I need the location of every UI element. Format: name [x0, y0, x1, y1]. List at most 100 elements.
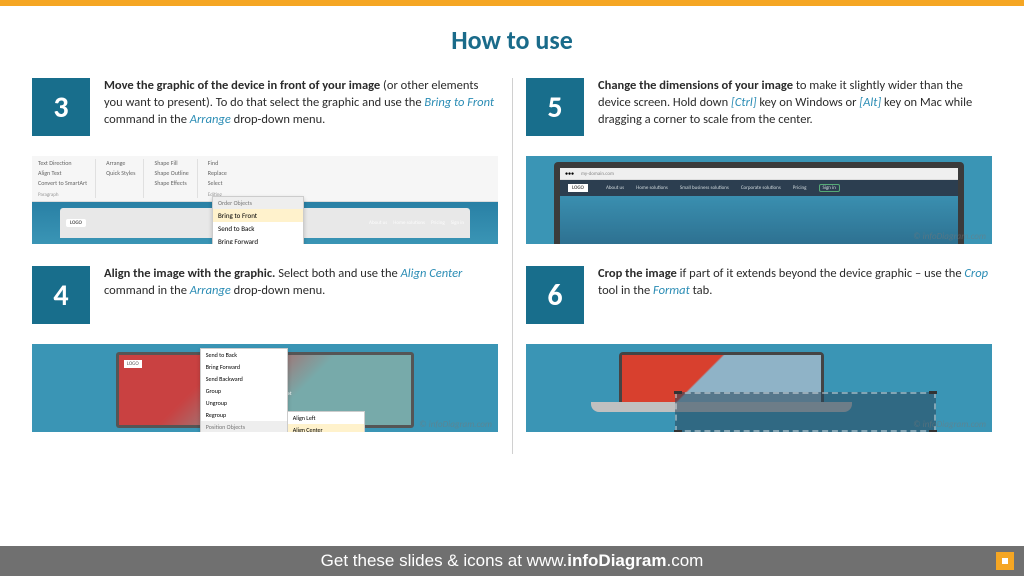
step-text: Align the image with the graphic. Select…: [104, 266, 498, 300]
nav-item: Pricing: [431, 220, 445, 226]
ribbon-item: Shape Effects: [154, 179, 188, 187]
step-6: 6 Crop the image if part of it extends b…: [526, 266, 992, 432]
step-header: 5 Change the dimensions of your image to…: [526, 78, 992, 150]
laptop-frame: ●●● my-domain.com LOGO About us Home sol…: [554, 162, 964, 244]
step-text-highlight: Arrange: [190, 283, 231, 298]
column-divider: [512, 78, 513, 454]
dropdown-section-header: Position Objects: [201, 421, 287, 432]
dropdown-item: Send to Back: [201, 349, 287, 361]
step-text: Move the graphic of the device in front …: [104, 78, 498, 129]
step-text-part: key on Windows or: [757, 95, 860, 110]
step-text-highlight: [Ctrl]: [731, 95, 757, 110]
step-5: 5 Change the dimensions of your image to…: [526, 78, 992, 244]
steps-grid: 3 Move the graphic of the device in fron…: [0, 78, 1024, 454]
step-text-part: drop-down menu.: [231, 283, 325, 298]
ribbon-item: Shape Outline: [154, 169, 188, 177]
step-3-illustration: Text Direction Align Text Convert to Sma…: [32, 156, 498, 244]
step-text-highlight: Arrange: [190, 112, 231, 127]
step-5-illustration: ●●● my-domain.com LOGO About us Home sol…: [526, 156, 992, 244]
crop-handle-icon: [929, 391, 937, 394]
step-text-part: command in the: [104, 283, 190, 298]
dropdown-item: Bring Forward: [213, 235, 303, 244]
align-flyout: Align Left Align Center Align Right: [287, 411, 365, 432]
step-text: Change the dimensions of your image to m…: [598, 78, 992, 129]
footer-logo-icon: [996, 552, 1014, 570]
logo-chip: LOGO: [124, 360, 142, 368]
accent-top-bar: [0, 0, 1024, 6]
step-text-highlight: Bring to Front: [424, 95, 494, 110]
nav-item: Home solutions: [636, 185, 668, 191]
nav-item: About us: [369, 220, 387, 226]
logo-chip: LOGO: [66, 219, 86, 227]
page-title: How to use: [0, 24, 1024, 56]
dropdown-item: Send to Back: [213, 222, 303, 235]
crop-handle-icon: [929, 430, 937, 432]
nav-item: Sign in: [451, 220, 464, 226]
step-number-badge: 3: [32, 78, 90, 136]
crop-handle-icon: [674, 430, 682, 432]
step-number-badge: 5: [526, 78, 584, 136]
dropdown-item-bring-to-front: Bring to Front: [213, 209, 303, 222]
ribbon-item: Quick Styles: [106, 169, 135, 177]
footer-brand: infoDiagram: [567, 551, 666, 571]
step-text-part: command in the: [104, 112, 190, 127]
step-4: 4 Align the image with the graphic. Sele…: [32, 266, 498, 432]
step-text-bold: Change the dimensions of your image: [598, 78, 793, 93]
step-header: 3 Move the graphic of the device in fron…: [32, 78, 498, 150]
step-text-highlight: Align Center: [401, 266, 463, 281]
footer-text-prefix: Get these slides & icons at www.: [321, 551, 568, 571]
nav-item: Corporate solutions: [741, 185, 781, 191]
footer-text-suffix: .com: [666, 551, 703, 571]
step-text-bold: Move the graphic of the device in front …: [104, 78, 380, 93]
flyout-item-align-center: Align Center: [288, 424, 364, 432]
step-text-highlight: Crop: [964, 266, 988, 281]
address-text: my-domain.com: [581, 171, 614, 177]
laptop-screen: ●●● my-domain.com LOGO About us Home sol…: [560, 168, 958, 244]
watermark: © infoDiagram.com: [419, 419, 492, 430]
dropdown-section-header: Order Objects: [213, 197, 303, 209]
site-nav-bar: LOGO About us Home solutions Small busin…: [560, 180, 958, 196]
ribbon-item: Align Text: [38, 169, 87, 177]
arrange-dropdown-menu: Send to Back Bring Forward Send Backward…: [200, 348, 288, 432]
ribbon-item: Find: [208, 159, 227, 167]
step-text-bold: Align the image with the graphic.: [104, 266, 275, 281]
ribbon-item: Arrange: [106, 159, 135, 167]
hero-area: [560, 196, 958, 244]
step-text: Crop the image if part of it extends bey…: [598, 266, 992, 300]
ribbon-item: Text Direction: [38, 159, 87, 167]
step-text-part: if part of it extends beyond the device …: [677, 266, 965, 281]
footer-bar: Get these slides & icons at www.infoDiag…: [0, 546, 1024, 576]
nav-item: Small business solutions: [680, 185, 729, 191]
step-number-badge: 4: [32, 266, 90, 324]
step-text-part: tab.: [690, 283, 713, 298]
ribbon-group-label: Paragraph: [38, 192, 87, 198]
ribbon-item: Replace: [208, 169, 227, 177]
browser-address-bar: ●●● my-domain.com: [560, 168, 958, 180]
crop-overlay: [675, 392, 936, 432]
nav-tiny: About us Home solutions Pricing Sign in: [369, 220, 464, 226]
dropdown-item: Regroup: [201, 409, 287, 421]
dropdown-item: Bring Forward: [201, 361, 287, 373]
step-6-illustration: © infoDiagram.com: [526, 344, 992, 432]
ribbon-item: Convert to SmartArt: [38, 179, 87, 187]
ribbon-item: Select: [208, 179, 227, 187]
nav-item: Sign in: [819, 184, 840, 192]
step-3: 3 Move the graphic of the device in fron…: [32, 78, 498, 244]
flyout-item: Align Left: [288, 412, 364, 424]
dropdown-item: Send Backward: [201, 373, 287, 385]
arrange-dropdown-menu: Order Objects Bring to Front Send to Bac…: [212, 196, 304, 244]
step-header: 4 Align the image with the graphic. Sele…: [32, 266, 498, 338]
step-text-highlight: Format: [653, 283, 690, 298]
watermark: © infoDiagram.com: [913, 231, 986, 242]
nav-item: Home solutions: [393, 220, 425, 226]
step-text-bold: Crop the image: [598, 266, 677, 281]
logo-chip: LOGO: [568, 184, 588, 192]
step-text-part: drop-down menu.: [231, 112, 325, 127]
watermark: © infoDiagram.com: [913, 419, 986, 430]
step-text-part: tool in the: [598, 283, 653, 298]
nav-item: Pricing: [793, 185, 807, 191]
step-4-illustration: LOGO Lorem ipsum Lorem ipsum dolor sit a…: [32, 344, 498, 432]
dropdown-item: Ungroup: [201, 397, 287, 409]
step-text-part: Select both and use the: [275, 266, 400, 281]
browser-dot-icon: ●●●: [565, 171, 574, 177]
